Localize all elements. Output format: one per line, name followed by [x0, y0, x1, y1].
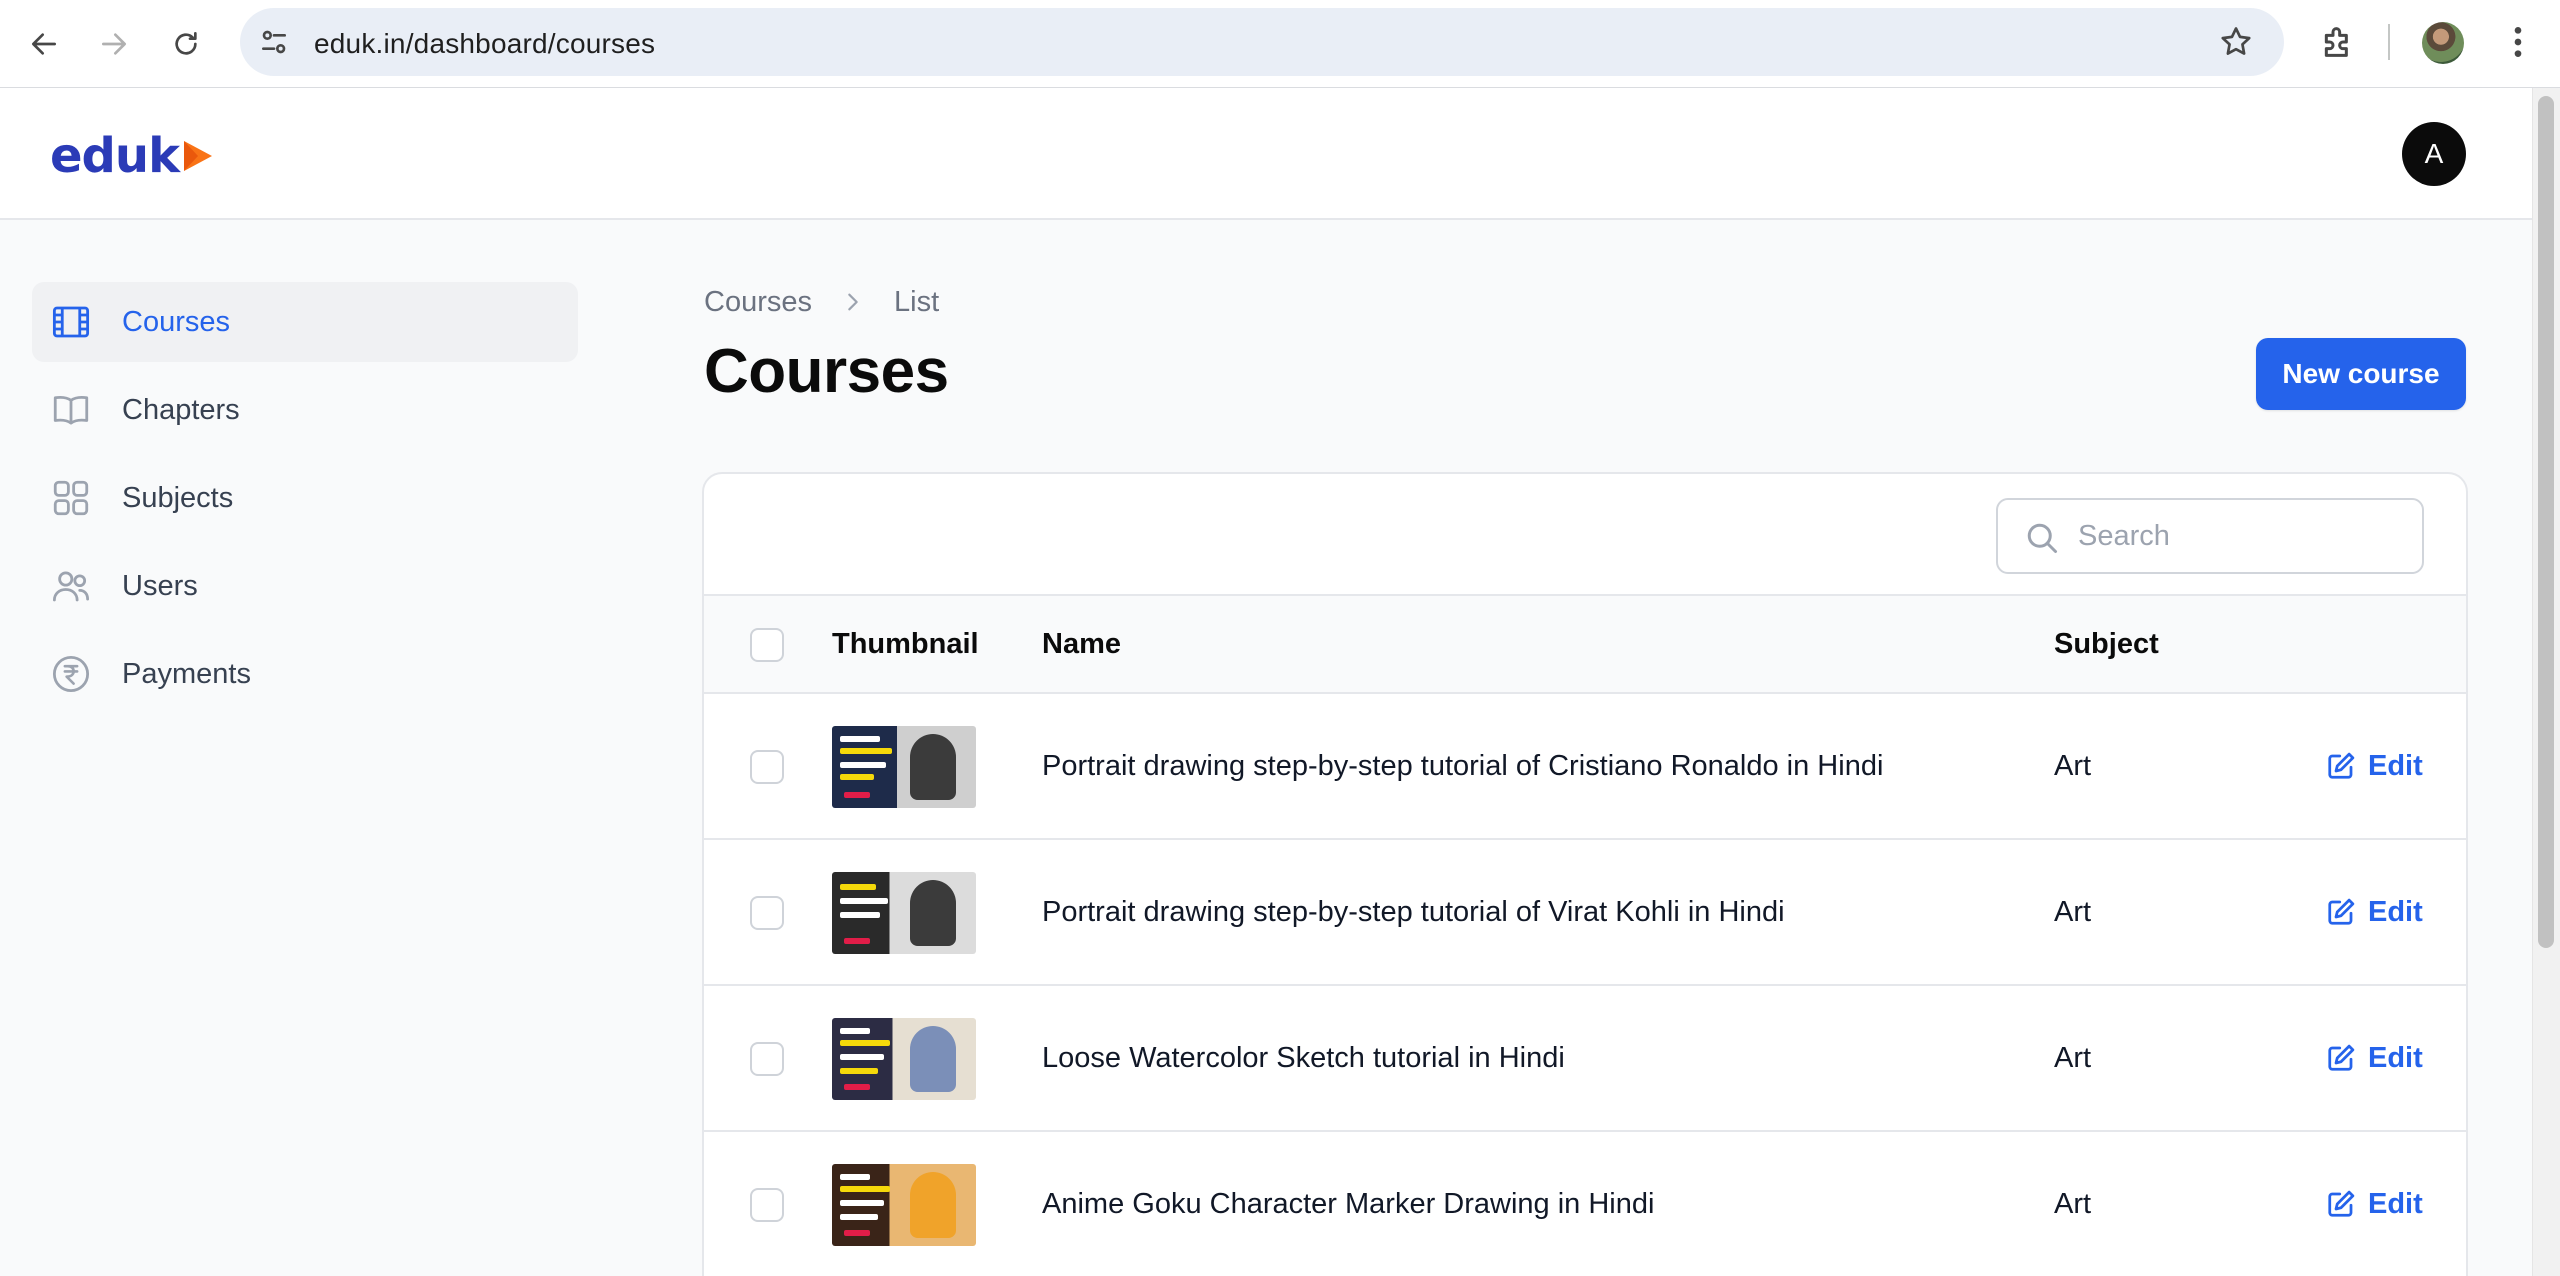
bookmark-star-icon[interactable] — [2218, 24, 2254, 60]
table-row: Portrait drawing step-by-step tutorial o… — [704, 840, 2466, 986]
row-checkbox[interactable] — [750, 896, 784, 930]
course-thumbnail — [832, 872, 976, 954]
extensions-icon[interactable] — [2318, 22, 2358, 62]
table-header: Thumbnail Name Subject — [704, 596, 2466, 694]
edit-button[interactable]: Edit — [2326, 746, 2423, 786]
breadcrumb-current: List — [894, 285, 940, 318]
search-input[interactable] — [2078, 514, 2398, 558]
course-subject: Art — [2054, 750, 2092, 782]
table-row: Anime Goku Character Marker Drawing in H… — [704, 1132, 2466, 1276]
course-name: Portrait drawing step-by-step tutorial o… — [1042, 750, 1884, 782]
back-button[interactable] — [16, 16, 72, 72]
select-all-checkbox[interactable] — [750, 628, 784, 662]
reload-icon — [175, 32, 197, 55]
course-name: Portrait drawing step-by-step tutorial o… — [1042, 896, 1785, 928]
logo-play-icon — [184, 141, 213, 171]
sidebar-item-label: Courses — [122, 305, 230, 338]
eduk-logo[interactable]: eduk — [50, 128, 215, 184]
sidebar-item-chapters[interactable]: Chapters — [32, 370, 578, 450]
arrow-left-icon — [32, 33, 56, 55]
edit-label: Edit — [2368, 749, 2423, 782]
rupee-icon — [52, 655, 90, 693]
edit-icon — [2328, 1044, 2355, 1071]
course-thumbnail — [832, 1164, 976, 1246]
browser-profile-avatar[interactable] — [2422, 22, 2464, 64]
browser-menu-icon[interactable] — [2498, 22, 2538, 62]
edit-label: Edit — [2368, 895, 2423, 928]
users-icon — [52, 571, 90, 602]
sidebar-item-label: Users — [122, 569, 198, 602]
sidebar-item-label: Chapters — [122, 393, 240, 426]
browser-toolbar: eduk.in/dashboard/courses — [0, 0, 2560, 88]
edit-button[interactable]: Edit — [2326, 1184, 2423, 1224]
course-subject: Art — [2054, 896, 2092, 928]
page-scrollbar-thumb[interactable] — [2538, 96, 2554, 948]
url-text[interactable]: eduk.in/dashboard/courses — [314, 28, 655, 60]
sidebar-item-courses[interactable]: Courses — [32, 282, 578, 362]
course-name: Loose Watercolor Sketch tutorial in Hind… — [1042, 1042, 1565, 1074]
user-avatar[interactable]: A — [2402, 122, 2466, 186]
column-header-subject[interactable]: Subject — [2054, 628, 2159, 661]
logo-text: eduk — [50, 128, 180, 184]
courses-table-card: Thumbnail Name Subject Portrait drawing … — [702, 472, 2468, 1276]
table-row: Portrait drawing step-by-step tutorial o… — [704, 694, 2466, 840]
new-course-button[interactable]: New course — [2256, 338, 2466, 410]
address-bar[interactable]: eduk.in/dashboard/courses — [240, 8, 2284, 76]
edit-button[interactable]: Edit — [2326, 1038, 2423, 1078]
forward-button[interactable] — [86, 16, 142, 72]
breadcrumb-courses-link[interactable]: Courses — [704, 286, 812, 319]
breadcrumb: Courses List — [704, 284, 939, 320]
edit-icon — [2328, 752, 2355, 779]
arrow-right-icon — [102, 33, 126, 55]
sidebar-item-users[interactable]: Users — [32, 546, 578, 626]
site-settings-icon[interactable] — [258, 26, 290, 58]
course-subject: Art — [2054, 1188, 2092, 1220]
row-checkbox[interactable] — [750, 1188, 784, 1222]
book-icon — [53, 396, 89, 425]
search-icon — [2027, 523, 2057, 553]
course-subject: Art — [2054, 1042, 2092, 1074]
search-box[interactable] — [1996, 498, 2424, 574]
app-header: eduk A — [0, 88, 2532, 220]
reload-button[interactable] — [158, 16, 214, 72]
toolbar-divider — [2388, 24, 2390, 60]
page-title: Courses — [704, 337, 949, 406]
course-thumbnail — [832, 1018, 976, 1100]
edit-button[interactable]: Edit — [2326, 892, 2423, 932]
course-name: Anime Goku Character Marker Drawing in H… — [1042, 1188, 1655, 1220]
course-thumbnail — [832, 726, 976, 808]
grid-icon — [53, 480, 89, 516]
sidebar-item-subjects[interactable]: Subjects — [32, 458, 578, 538]
chevron-right-icon — [848, 293, 858, 311]
edit-icon — [2328, 1190, 2355, 1217]
sidebar-nav: Courses Chapters Subjects Users Payments — [32, 282, 578, 722]
sidebar-item-payments[interactable]: Payments — [32, 634, 578, 714]
column-header-name[interactable]: Name — [1042, 628, 1121, 661]
edit-label: Edit — [2368, 1041, 2423, 1074]
sidebar-item-label: Payments — [122, 657, 251, 690]
edit-label: Edit — [2368, 1187, 2423, 1220]
row-checkbox[interactable] — [750, 1042, 784, 1076]
row-checkbox[interactable] — [750, 750, 784, 784]
table-row: Loose Watercolor Sketch tutorial in Hind… — [704, 986, 2466, 1132]
column-header-thumbnail: Thumbnail — [832, 628, 979, 660]
table-toolbar — [704, 474, 2466, 596]
sidebar-item-label: Subjects — [122, 481, 234, 514]
film-icon — [52, 306, 90, 338]
edit-icon — [2328, 898, 2355, 925]
